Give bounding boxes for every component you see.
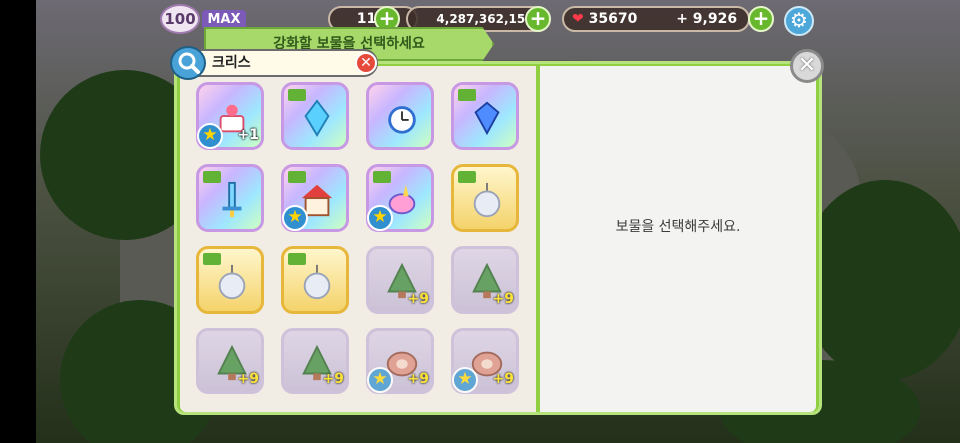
treasure-grid: ★ +1 ★ ★ +9 +9 +9 +9 ★ +9 ★ +9 bbox=[180, 66, 536, 412]
status-badge bbox=[288, 171, 306, 183]
close-button[interactable]: ✕ bbox=[790, 49, 824, 83]
upgrade-level-badge: +9 bbox=[237, 371, 259, 387]
detail-empty-message: 보물을 선택해주세요. bbox=[615, 219, 741, 235]
ornament-icon bbox=[468, 181, 506, 219]
crystal-icon bbox=[298, 99, 336, 137]
add-currency2-button[interactable]: + bbox=[525, 6, 551, 32]
ornament-icon bbox=[213, 263, 251, 301]
clear-search-button[interactable]: ✕ bbox=[355, 52, 377, 74]
star-icon: ★ bbox=[367, 367, 393, 393]
screen-edge bbox=[0, 0, 36, 443]
treasure-tile[interactable]: ★ bbox=[281, 164, 349, 232]
status-badge bbox=[203, 253, 221, 265]
treasure-tile[interactable] bbox=[366, 82, 434, 150]
search-icon[interactable] bbox=[170, 46, 206, 80]
status-badge bbox=[288, 89, 306, 101]
treasure-tile[interactable]: +9 bbox=[196, 328, 264, 394]
status-badge bbox=[203, 171, 221, 183]
gem-icon bbox=[468, 99, 506, 137]
treasure-tile[interactable]: +9 bbox=[281, 328, 349, 394]
star-icon: ★ bbox=[367, 205, 393, 231]
treasure-tile[interactable]: ★ +9 bbox=[366, 328, 434, 394]
ornament-icon bbox=[298, 263, 336, 301]
star-icon: ★ bbox=[282, 205, 308, 231]
alarm-clock-icon bbox=[383, 99, 421, 137]
treasure-tile[interactable] bbox=[281, 82, 349, 150]
treasure-tile[interactable]: ★ bbox=[366, 164, 434, 232]
star-icon: ★ bbox=[197, 123, 223, 149]
background-bush bbox=[800, 180, 960, 380]
hearts-value: 35670 bbox=[588, 11, 638, 27]
status-badge bbox=[288, 253, 306, 265]
gear-icon[interactable]: ⚙ bbox=[784, 6, 814, 36]
hearts-counter: ❤ 35670 + 9,926 bbox=[562, 6, 750, 32]
status-badge bbox=[458, 89, 476, 101]
treasure-tile[interactable]: +9 bbox=[451, 246, 519, 314]
search-value: 크리스 bbox=[212, 55, 251, 71]
upgrade-level-badge: +9 bbox=[407, 371, 429, 387]
tickets-value: + 9,926 bbox=[676, 11, 738, 27]
status-badge bbox=[373, 171, 391, 183]
detail-pane: 보물을 선택해주세요. bbox=[540, 66, 816, 412]
treasure-tile[interactable] bbox=[196, 246, 264, 314]
sword-icon bbox=[213, 181, 251, 219]
upgrade-level-badge: +9 bbox=[322, 371, 344, 387]
treasure-tile[interactable] bbox=[281, 246, 349, 314]
status-badge bbox=[458, 171, 476, 183]
upgrade-level-badge: +9 bbox=[492, 291, 514, 307]
level-badge: 100 bbox=[160, 4, 200, 34]
treasure-tile[interactable]: ★ +1 bbox=[196, 82, 264, 150]
treasure-tile[interactable] bbox=[196, 164, 264, 232]
upgrade-level-badge: +1 bbox=[237, 127, 259, 143]
treasure-tile[interactable] bbox=[451, 164, 519, 232]
treasure-tile[interactable] bbox=[451, 82, 519, 150]
upgrade-level-badge: +9 bbox=[407, 291, 429, 307]
heart-icon: ❤ bbox=[572, 11, 584, 27]
treasure-tile[interactable]: +9 bbox=[366, 246, 434, 314]
add-hearts-button[interactable]: + bbox=[748, 6, 774, 32]
treasure-tile[interactable]: ★ +9 bbox=[451, 328, 519, 394]
star-icon: ★ bbox=[452, 367, 478, 393]
upgrade-level-badge: +9 bbox=[492, 371, 514, 387]
